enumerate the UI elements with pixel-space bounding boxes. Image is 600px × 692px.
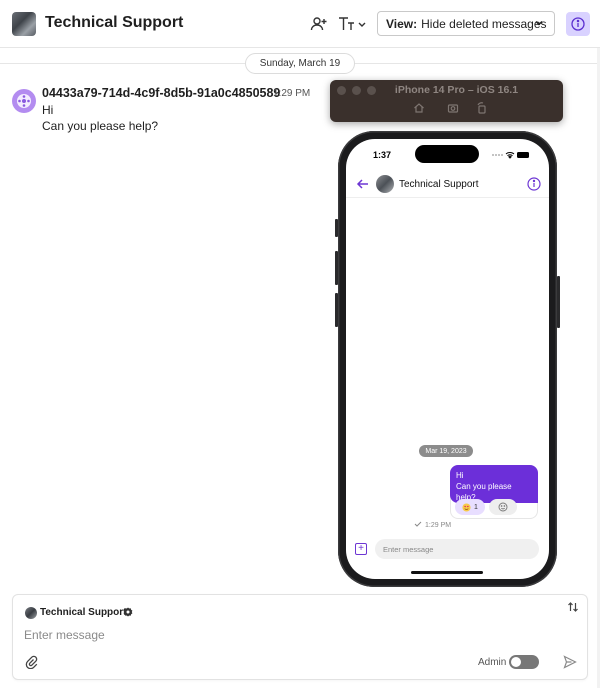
add-member-icon[interactable]	[309, 14, 329, 34]
battery-icon	[517, 152, 529, 158]
phone-date-chip: Mar 19, 2023	[419, 445, 473, 457]
back-arrow-icon[interactable]	[356, 177, 370, 191]
wifi-icon	[505, 152, 515, 159]
text-size-button[interactable]	[338, 14, 368, 34]
chevron-down-icon	[535, 20, 543, 26]
reaction-count: 1	[474, 503, 478, 511]
phone-channel-title: Technical Support	[399, 179, 479, 190]
phone-power-button	[557, 276, 560, 328]
paperclip-icon[interactable]	[25, 655, 39, 669]
info-icon	[571, 17, 585, 31]
bubble-line: Hi	[456, 471, 464, 480]
text-size-icon	[339, 17, 366, 30]
message-text-line: Hi	[42, 103, 54, 117]
sender-avatar	[25, 607, 37, 619]
home-indicator	[411, 571, 483, 574]
message-author[interactable]: 04433a79-714d-4c9f-8d5b-91a0c4850589	[42, 86, 280, 100]
chat-header: Technical Support View: Hide deleted mes…	[0, 0, 600, 48]
iphone-simulator: 1:37 Technical Support Mar 19, 2023 Hi C…	[335, 131, 560, 587]
date-divider: Sunday, March 19	[245, 53, 355, 74]
info-button[interactable]	[566, 12, 590, 36]
admin-label: Admin	[478, 657, 507, 668]
send-icon[interactable]	[563, 655, 577, 669]
phone-volume-up	[335, 251, 338, 285]
heart-eyes-emoji-icon	[462, 502, 471, 512]
message-text-line: Can you please help?	[42, 119, 159, 133]
screenshot-icon[interactable]	[447, 102, 459, 114]
smiley-add-icon	[498, 502, 508, 512]
status-icons	[492, 152, 529, 159]
message-composer: Technical Support Admin	[12, 594, 588, 680]
message-time: 1:29 PM	[273, 88, 311, 99]
message-input[interactable]	[24, 627, 524, 643]
reaction-chip[interactable]: 1	[455, 499, 485, 515]
view-select-value: Hide deleted messages	[421, 16, 547, 31]
rotate-icon[interactable]	[476, 102, 488, 114]
simulator-toolbar[interactable]: iPhone 14 Pro – iOS 16.1	[330, 80, 563, 122]
sender-name: Technical Support	[40, 607, 127, 618]
home-icon[interactable]	[413, 102, 425, 114]
view-select[interactable]: View: Hide deleted messages	[377, 11, 555, 36]
check-mark-icon	[414, 521, 422, 527]
phone-message-time: 1:29 PM	[425, 522, 452, 529]
channel-title: Technical Support	[45, 14, 184, 31]
info-icon[interactable]	[527, 177, 541, 191]
phone-message-bubble[interactable]: Hi Can you please help?	[450, 465, 538, 503]
view-select-label: View:	[386, 16, 418, 31]
add-reaction-button[interactable]	[489, 499, 517, 515]
phone-channel-avatar	[376, 175, 394, 193]
verified-badge-icon	[123, 607, 133, 617]
film-reel-icon	[17, 94, 31, 108]
admin-toggle[interactable]	[509, 655, 539, 669]
simulator-title: iPhone 14 Pro – iOS 16.1	[394, 84, 519, 96]
chevron-down-icon	[358, 22, 366, 27]
phone-screen: 1:37 Technical Support Mar 19, 2023 Hi C…	[346, 139, 549, 579]
phone-silent-switch	[335, 219, 338, 237]
user-avatar[interactable]	[12, 89, 36, 113]
swap-direction-icon[interactable]	[567, 601, 579, 613]
toggle-knob	[511, 657, 521, 667]
phone-nav-bar: Technical Support	[346, 172, 549, 198]
channel-avatar	[12, 12, 36, 36]
signal-icon	[492, 154, 503, 156]
status-time: 1:37	[373, 150, 392, 160]
phone-message-input[interactable]: Enter message	[375, 539, 539, 559]
phone-volume-down	[335, 293, 338, 327]
attach-plus-icon[interactable]: +	[355, 543, 367, 555]
dynamic-island	[415, 145, 479, 163]
